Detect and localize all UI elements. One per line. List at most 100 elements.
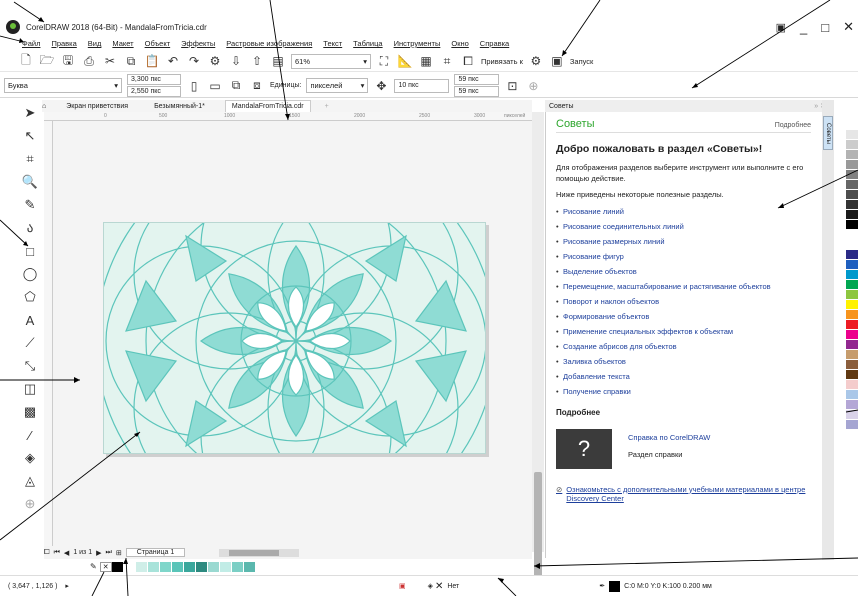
palette-swatch[interactable]: [846, 380, 858, 390]
palette-swatch[interactable]: [846, 400, 858, 410]
page-tab[interactable]: Страница 1: [125, 548, 186, 557]
color-proof-icon[interactable]: ▣: [399, 582, 406, 590]
topic-link[interactable]: Добавление текста: [556, 372, 811, 381]
import-icon[interactable]: ⇩: [228, 53, 244, 69]
topic-link[interactable]: Применение специальных эффектов к объект…: [556, 327, 811, 336]
help-question-icon[interactable]: ?: [556, 428, 612, 469]
duplicate-x-input[interactable]: 59 пкс: [454, 74, 500, 85]
palette-swatch[interactable]: [846, 350, 858, 360]
show-guidelines-icon[interactable]: ⌗: [439, 53, 455, 69]
palette-swatch[interactable]: [846, 130, 858, 140]
palette-swatch[interactable]: [846, 210, 858, 220]
crop-tool-icon[interactable]: ⌗: [21, 150, 39, 168]
show-grid-icon[interactable]: ▦: [418, 53, 434, 69]
palette-swatch[interactable]: [846, 120, 858, 130]
palette-swatch[interactable]: [846, 280, 858, 290]
page-view-icon[interactable]: ⧠: [44, 549, 50, 557]
palette-swatch[interactable]: [846, 370, 858, 380]
interactive-fill-icon[interactable]: ◈: [21, 449, 39, 467]
freehand-tool-icon[interactable]: ✎: [21, 196, 39, 214]
landscape-icon[interactable]: ▭: [207, 78, 223, 94]
copy-icon[interactable]: ⧉: [123, 53, 139, 69]
full-screen-icon[interactable]: ⛶: [376, 53, 392, 69]
palette-swatch[interactable]: [846, 260, 858, 270]
text-tool-icon[interactable]: A: [21, 311, 39, 329]
palette-swatch[interactable]: [846, 240, 858, 250]
document-palette-swatch[interactable]: [183, 561, 196, 572]
portrait-icon[interactable]: ▯: [186, 78, 202, 94]
page-height-input[interactable]: 2,550 пкс: [127, 86, 181, 97]
help-link[interactable]: Справка по CorelDRAW: [628, 433, 710, 442]
menu-edit[interactable]: Правка: [51, 39, 76, 48]
palette-swatch[interactable]: [846, 190, 858, 200]
palette-swatch[interactable]: [846, 140, 858, 150]
profile-icon[interactable]: ▣: [776, 21, 786, 34]
next-page-icon[interactable]: ▶: [96, 549, 101, 557]
eyedropper-icon[interactable]: ⁄: [21, 426, 39, 444]
home-icon[interactable]: ⌂: [42, 103, 46, 110]
palette-swatch[interactable]: [846, 420, 858, 430]
redo-icon[interactable]: ↷: [186, 53, 202, 69]
document-palette-swatch[interactable]: [159, 561, 172, 572]
palette-swatch[interactable]: [846, 310, 858, 320]
undo-icon[interactable]: ↶: [165, 53, 181, 69]
document-palette-swatch[interactable]: [123, 561, 136, 572]
topic-link[interactable]: Получение справки: [556, 387, 811, 396]
page-width-input[interactable]: 3,300 пкс: [127, 74, 181, 85]
pick-tool-icon[interactable]: ➤: [21, 104, 39, 122]
palette-swatch[interactable]: [846, 300, 858, 310]
topic-link[interactable]: Формирование объектов: [556, 312, 811, 321]
launcher-icon[interactable]: ▣: [549, 53, 565, 69]
zoom-level-select[interactable]: 61% ▾: [291, 53, 371, 69]
close-button[interactable]: ✕: [843, 19, 854, 35]
more-link[interactable]: Подробнее: [775, 122, 811, 129]
topic-link[interactable]: Заливка объектов: [556, 357, 811, 366]
menu-view[interactable]: Вид: [88, 39, 102, 48]
new-document-icon[interactable]: 🗋: [18, 53, 34, 69]
new-tab-icon[interactable]: +: [325, 103, 329, 110]
document-palette-swatch[interactable]: [135, 561, 148, 572]
rectangle-tool-icon[interactable]: □: [21, 242, 39, 260]
print-icon[interactable]: ⎙: [81, 53, 97, 69]
palette-swatch[interactable]: [846, 250, 858, 260]
palette-swatch[interactable]: [846, 390, 858, 400]
page-size-select[interactable]: Буква ▾: [4, 78, 122, 93]
artistic-media-icon[interactable]: ა: [21, 219, 39, 237]
horizontal-scrollbar[interactable]: [219, 548, 300, 557]
connector-tool-icon[interactable]: ⤡: [21, 357, 39, 375]
menu-text[interactable]: Текст: [323, 39, 342, 48]
menu-bitmaps[interactable]: Растровые изображения: [226, 39, 312, 48]
palette-swatch[interactable]: [846, 410, 858, 420]
palette-swatch[interactable]: [846, 180, 858, 190]
palette-swatch[interactable]: [846, 360, 858, 370]
units-select[interactable]: пикселей ▾: [306, 78, 369, 93]
document-palette-swatch[interactable]: [171, 561, 184, 572]
options-gear-icon[interactable]: ⚙: [528, 53, 544, 69]
drop-shadow-icon[interactable]: ◫: [21, 380, 39, 398]
shape-tool-icon[interactable]: ↖: [21, 127, 39, 145]
cut-icon[interactable]: ✂: [102, 53, 118, 69]
tab-untitled[interactable]: Безымянный-1*: [148, 100, 211, 112]
zoom-tool-icon[interactable]: 🔍: [21, 173, 39, 191]
topic-link[interactable]: Перемещение, масштабирование и растягива…: [556, 282, 811, 291]
snap-to-dropdown[interactable]: Привязать к: [481, 57, 523, 66]
add-page-icon[interactable]: ⊞: [116, 549, 122, 557]
all-pages-icon[interactable]: ⧉: [228, 78, 244, 94]
open-icon[interactable]: 🗁: [39, 53, 55, 69]
export-icon[interactable]: ⇧: [249, 53, 265, 69]
document-palette-swatch[interactable]: [243, 561, 256, 572]
publish-pdf-icon[interactable]: ▤: [270, 53, 286, 69]
last-page-icon[interactable]: ⏭: [106, 549, 112, 557]
vertical-ruler[interactable]: [44, 121, 53, 546]
topic-link[interactable]: Рисование соединительных линий: [556, 222, 811, 231]
topic-link[interactable]: Поворот и наклон объектов: [556, 297, 811, 306]
menu-object[interactable]: Объект: [145, 39, 171, 48]
ellipse-tool-icon[interactable]: ◯: [21, 265, 39, 283]
tab-mandala[interactable]: MandalaFromTricia.cdr: [224, 100, 311, 112]
document-palette-swatch[interactable]: [195, 561, 208, 572]
hints-side-tab[interactable]: Советы: [823, 116, 833, 150]
save-icon[interactable]: 🖫: [60, 53, 76, 69]
menu-file[interactable]: Файл: [22, 39, 40, 48]
menu-window[interactable]: Окно: [451, 39, 468, 48]
topic-link[interactable]: Создание абрисов для объектов: [556, 342, 811, 351]
